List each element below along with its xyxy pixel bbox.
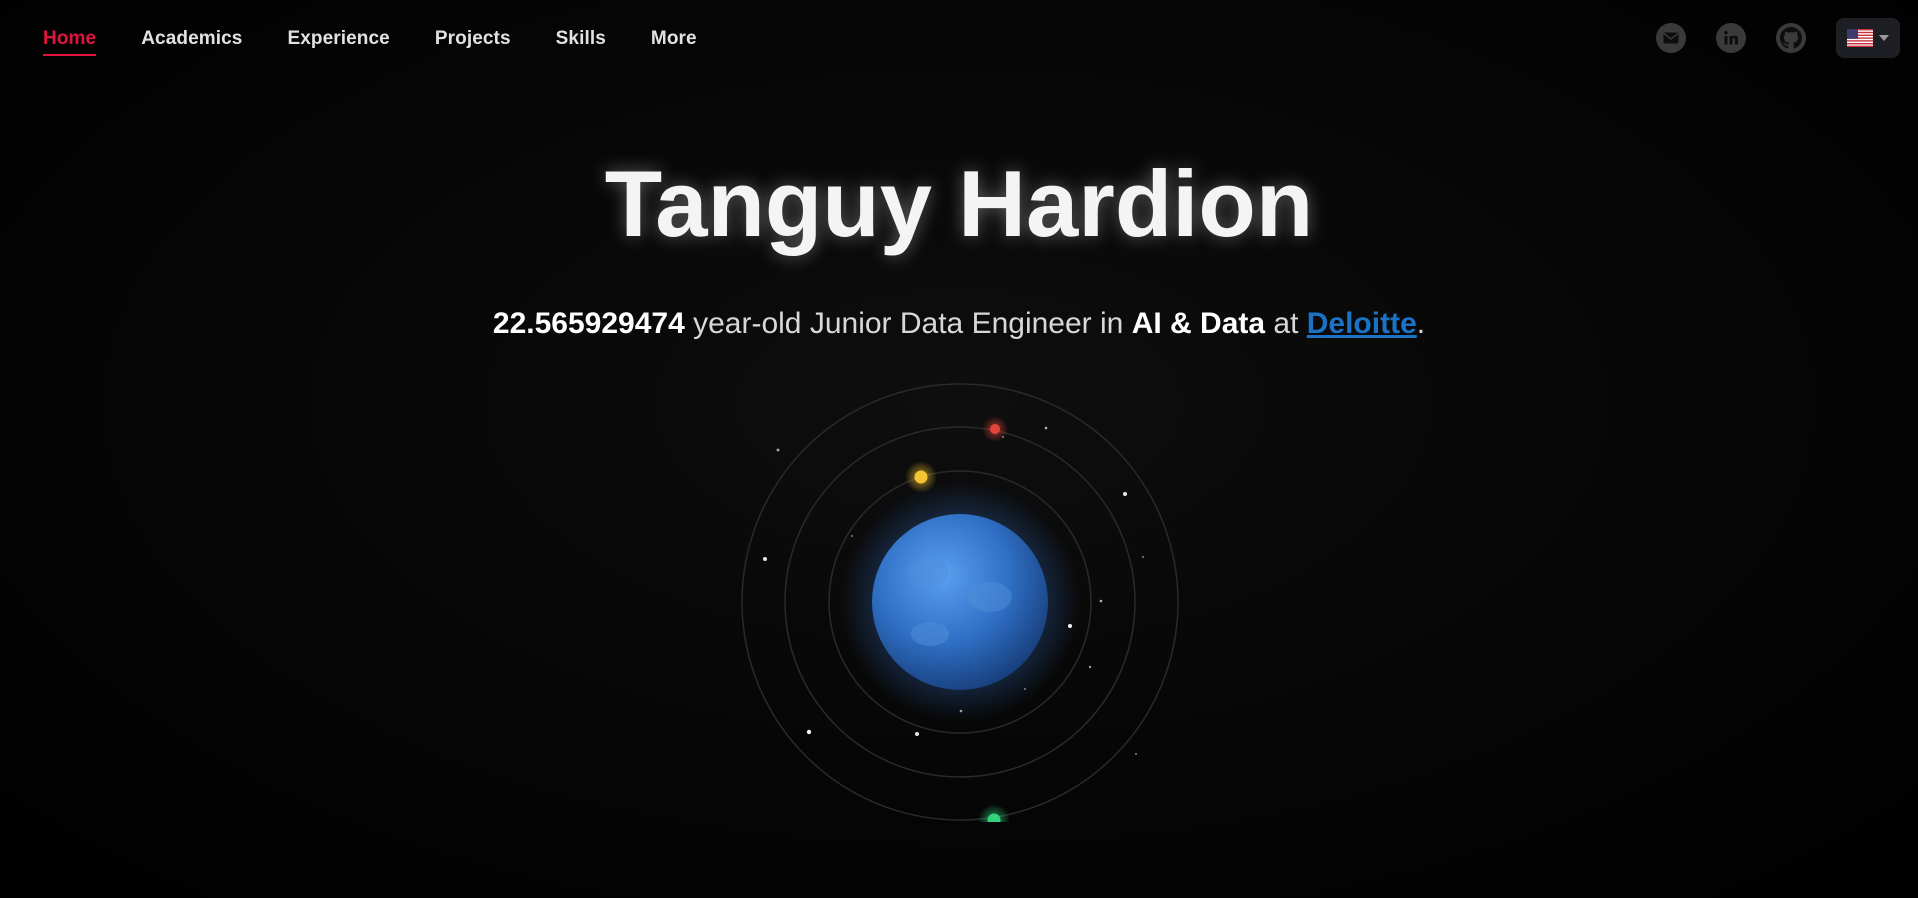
nav-link-more[interactable]: More bbox=[651, 28, 697, 56]
star bbox=[1024, 688, 1026, 690]
github-icon[interactable] bbox=[1776, 23, 1806, 53]
language-selector[interactable] bbox=[1836, 18, 1900, 58]
tagline-field: AI & Data bbox=[1131, 307, 1266, 340]
star bbox=[1135, 753, 1137, 755]
hero-tagline: 22.565929474 year-old Junior Data Engine… bbox=[0, 307, 1918, 341]
star bbox=[1099, 599, 1103, 603]
star bbox=[1088, 665, 1092, 669]
star bbox=[1068, 624, 1072, 628]
mail-icon[interactable] bbox=[1656, 23, 1686, 53]
star bbox=[1002, 436, 1004, 438]
us-flag-icon bbox=[1847, 29, 1873, 47]
star bbox=[806, 729, 812, 735]
planet-continent bbox=[908, 557, 948, 587]
star bbox=[776, 448, 780, 452]
star bbox=[915, 732, 919, 736]
nav-links: Home Academics Experience Projects Skill… bbox=[43, 28, 742, 56]
tagline-text-2: at bbox=[1265, 307, 1307, 340]
nav-link-skills[interactable]: Skills bbox=[556, 28, 606, 56]
planet-continent bbox=[911, 622, 949, 646]
star bbox=[1142, 556, 1144, 558]
nav-link-academics[interactable]: Academics bbox=[141, 28, 242, 56]
nav-link-experience[interactable]: Experience bbox=[287, 28, 389, 56]
company-link[interactable]: Deloitte bbox=[1307, 307, 1417, 340]
chevron-down-icon bbox=[1879, 35, 1889, 41]
star bbox=[763, 557, 767, 561]
linkedin-icon[interactable] bbox=[1716, 23, 1746, 53]
hero-name: Tanguy Hardion bbox=[604, 151, 1314, 256]
tagline-text-3: . bbox=[1416, 307, 1426, 340]
page: Home Academics Experience Projects Skill… bbox=[0, 0, 1918, 898]
star bbox=[1044, 426, 1048, 430]
star bbox=[959, 709, 963, 713]
planet-continent bbox=[968, 582, 1012, 612]
tagline-text-1: year-old Junior Data Engineer in bbox=[684, 307, 1132, 340]
nav-link-home[interactable]: Home bbox=[43, 28, 97, 56]
top-nav: Home Academics Experience Projects Skill… bbox=[0, 0, 1918, 80]
social-icons bbox=[1656, 18, 1900, 58]
star bbox=[1123, 492, 1127, 496]
planet bbox=[872, 514, 1048, 690]
orbit-illustration bbox=[740, 382, 1180, 836]
star bbox=[851, 535, 853, 537]
nav-link-projects[interactable]: Projects bbox=[435, 28, 511, 56]
moon-yellow bbox=[914, 470, 928, 484]
age-counter: 22.565929474 bbox=[492, 307, 685, 340]
moon-red bbox=[990, 424, 1000, 434]
